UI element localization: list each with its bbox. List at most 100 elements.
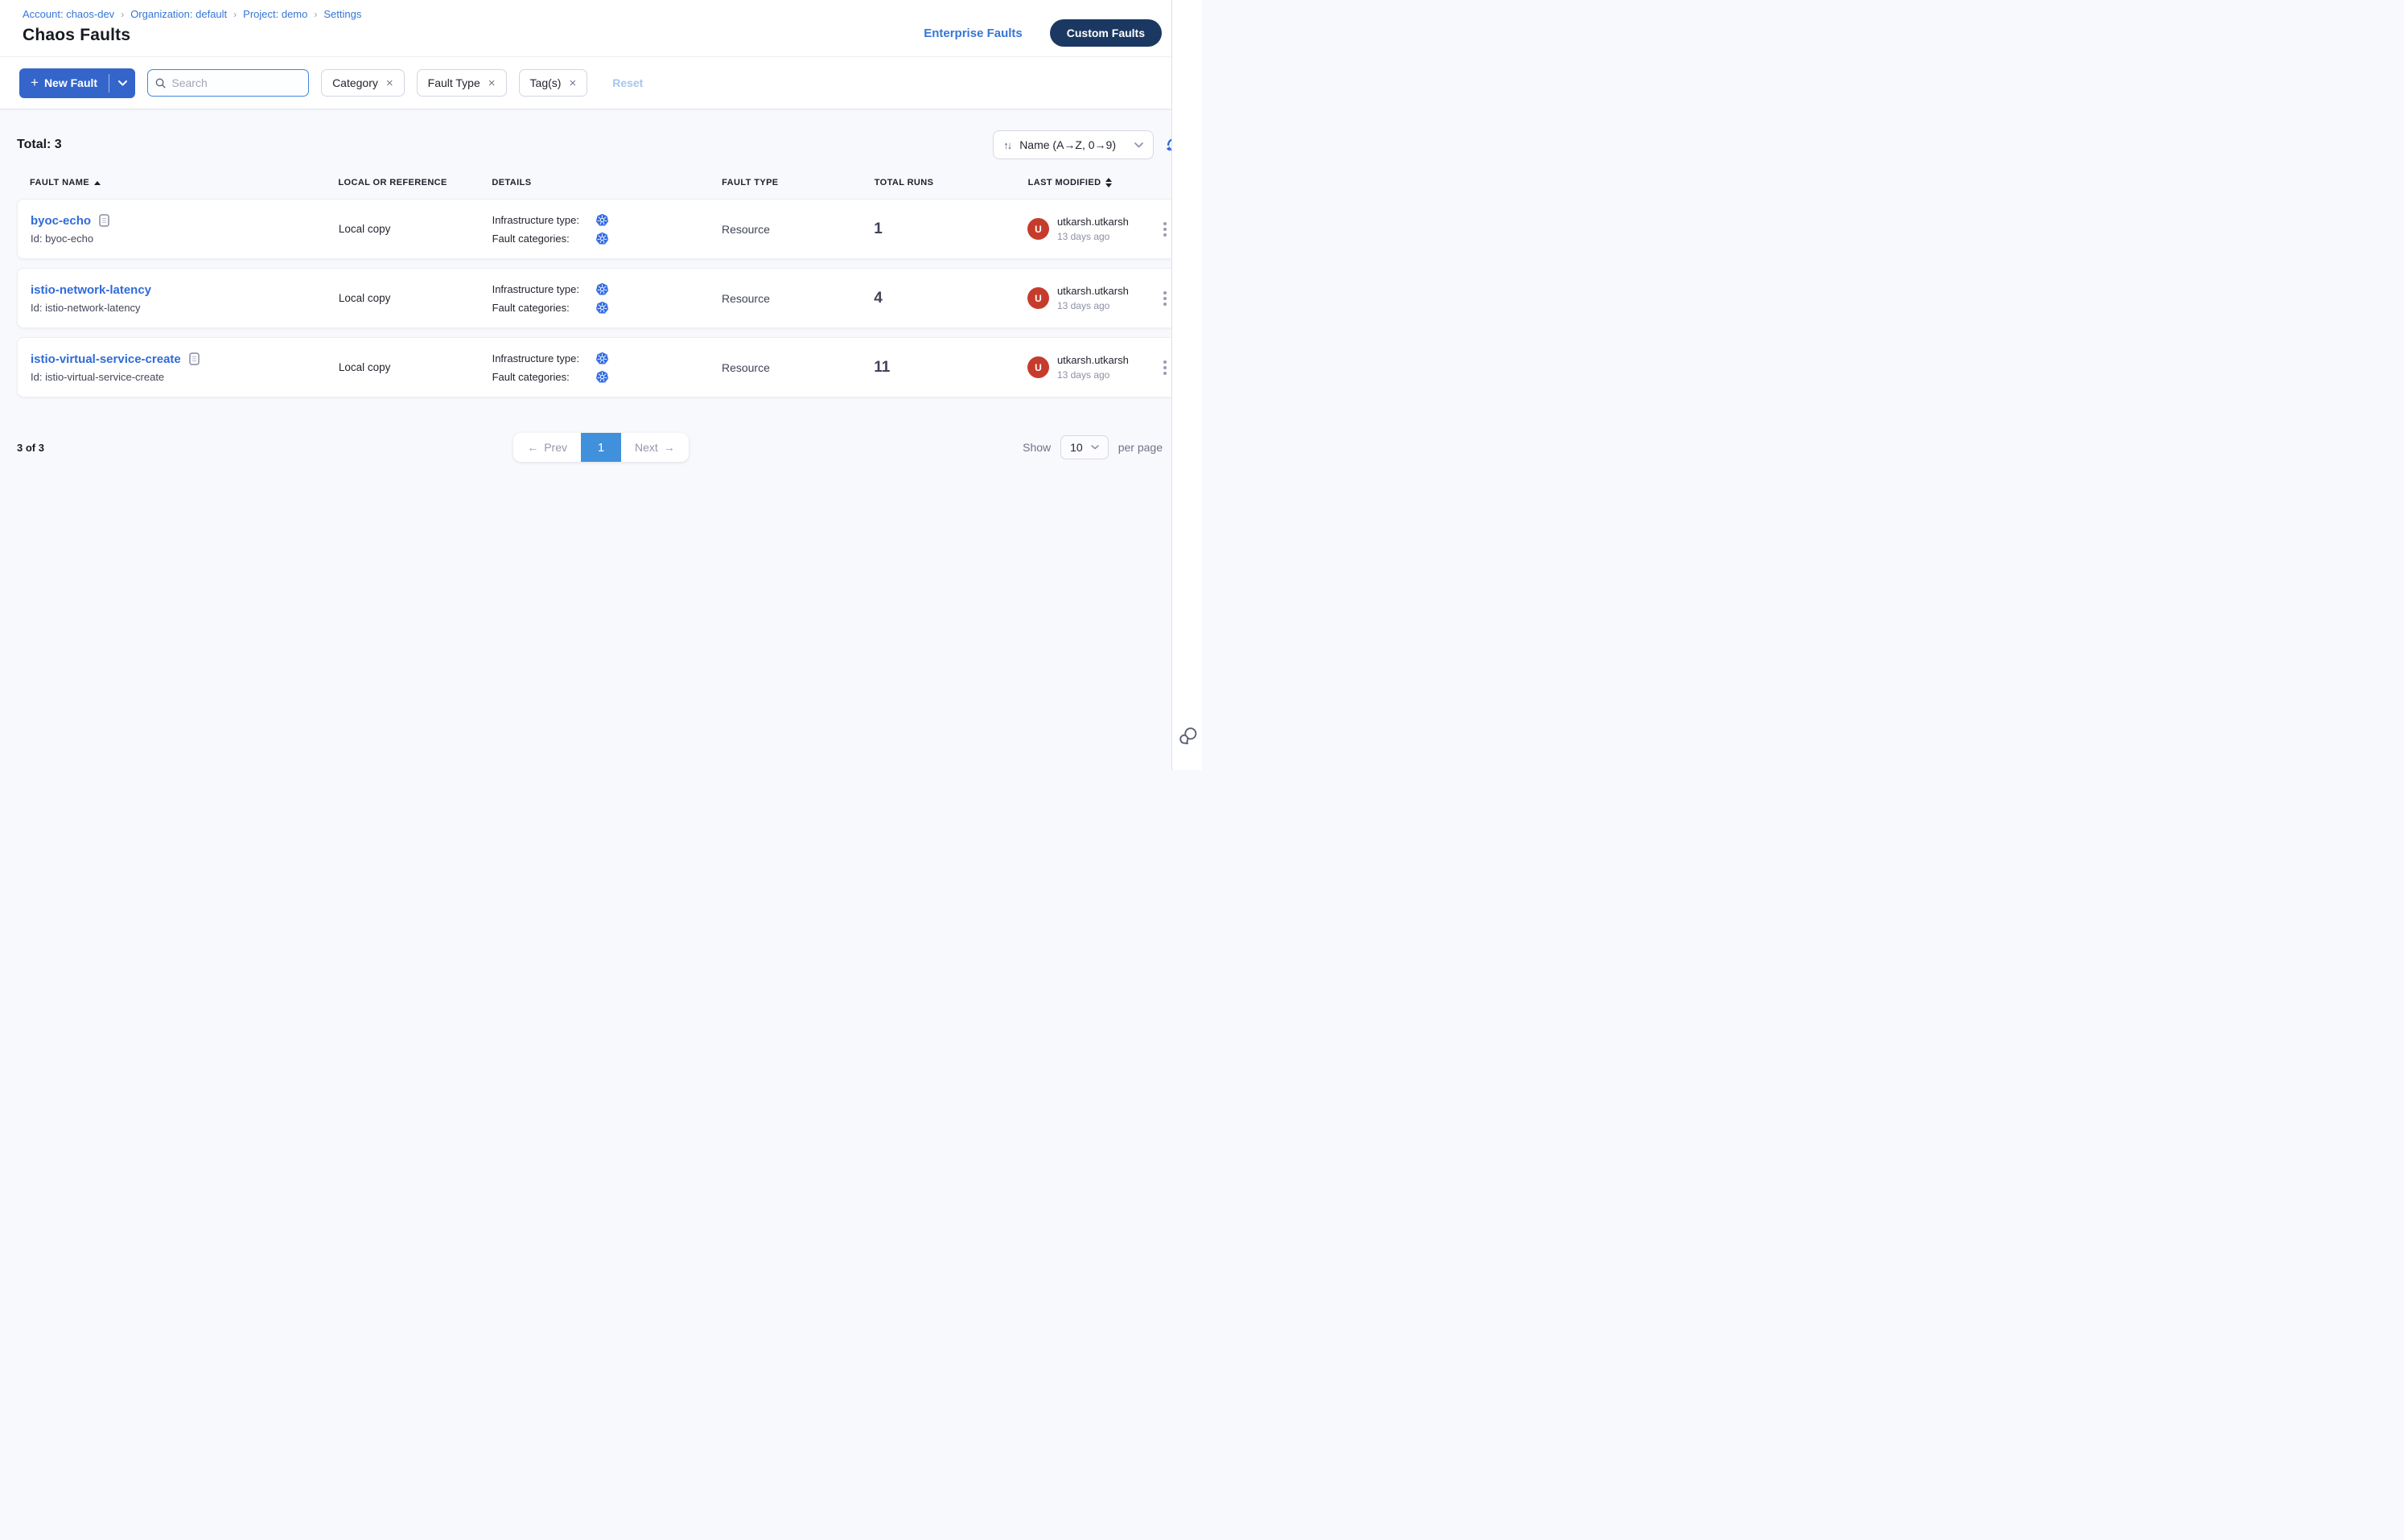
breadcrumb-organization[interactable]: Organization: default [130,8,227,20]
fault-type-cell: Resource [722,361,874,374]
category-filter[interactable]: Category × [321,69,405,97]
chevron-down-icon [1134,142,1143,148]
plus-icon: + [31,75,39,91]
fault-type-cell: Resource [722,292,874,305]
fault-name-link[interactable]: istio-network-latency [31,283,151,297]
page-header: Account: chaos-dev › Organization: defau… [0,0,1202,57]
table-row[interactable]: byoc-echo Id: byoc-echo Local copy Infra… [17,199,1185,259]
local-or-reference-cell: Local copy [339,361,492,373]
arrow-right-icon: → [664,441,675,454]
column-fault-type: Fault Type [722,178,875,187]
column-label: Fault Name [30,178,89,187]
page-size-control: Show 10 per page [1023,435,1163,459]
fault-categories-label: Fault categories: [492,302,587,314]
category-filter-label: Category [332,76,378,89]
new-fault-button[interactable]: + New Fault [19,68,109,98]
list-header-controls: ↑↓ Name (A→Z, 0→9) [993,130,1183,159]
column-total-runs: Total Runs [875,178,1028,187]
column-fault-name[interactable]: Fault Name [30,178,338,187]
kubernetes-icon [595,301,609,315]
kubernetes-icon [595,370,609,384]
header-left: Account: chaos-dev › Organization: defau… [23,8,361,45]
column-label: Last Modified [1028,178,1101,187]
fault-id: Id: istio-network-latency [31,302,339,314]
new-fault-split-button: + New Fault [19,68,135,98]
prev-page-button[interactable]: ← Prev [513,433,581,462]
modified-time: 13 days ago [1057,300,1129,311]
column-last-modified[interactable]: Last Modified [1028,178,1156,187]
pager: ← Prev 1 Next → [513,433,689,462]
faults-list-section: Total: 3 ↑↓ Name (A→Z, 0→9) Fault Name L… [0,130,1202,462]
tags-filter[interactable]: Tag(s) × [519,69,588,97]
copy-icon[interactable] [99,214,109,227]
sort-arrows-icon: ↑↓ [1003,139,1011,151]
modified-by: utkarsh.utkarsh [1057,285,1129,297]
prev-label: Prev [544,441,567,454]
sort-asc-icon [94,181,101,185]
search-input[interactable] [171,76,301,89]
kubernetes-icon [595,232,609,245]
kubernetes-icon [595,352,609,365]
page-number-button[interactable]: 1 [581,433,621,462]
chevron-down-icon [118,80,127,86]
fault-type-filter-label: Fault Type [428,76,480,89]
breadcrumb-settings[interactable]: Settings [323,8,361,20]
page-size-select[interactable]: 10 [1060,435,1109,459]
total-count: Total: 3 [17,138,62,152]
new-fault-label: New Fault [44,76,97,89]
breadcrumb-separator: › [314,9,317,20]
feedback-chat-icon[interactable] [1175,725,1200,749]
table-row[interactable]: istio-virtual-service-create Id: istio-v… [17,337,1185,397]
list-header: Total: 3 ↑↓ Name (A→Z, 0→9) [17,130,1185,160]
column-label: Total Runs [875,178,934,187]
sort-both-icon [1105,178,1112,187]
column-local-or-reference: Local or Reference [338,178,492,187]
avatar: U [1027,218,1049,240]
custom-faults-button[interactable]: Custom Faults [1050,19,1162,47]
close-icon[interactable]: × [386,77,393,89]
fault-type-filter[interactable]: Fault Type × [417,69,507,97]
fault-name-link[interactable]: byoc-echo [31,214,91,228]
sort-value: Name (A→Z, 0→9) [1019,138,1116,151]
new-fault-dropdown-toggle[interactable] [109,68,135,98]
column-label: Fault Type [722,178,778,187]
reset-filters-button[interactable]: Reset [612,76,643,89]
details-cell: Infrastructure type: Fault categories: [492,213,722,245]
infrastructure-type-label: Infrastructure type: [492,214,587,226]
last-modified-cell: U utkarsh.utkarsh 13 days ago [1027,354,1155,381]
fault-categories-label: Fault categories: [492,371,587,383]
search-box [147,69,309,97]
enterprise-faults-link[interactable]: Enterprise Faults [924,27,1023,40]
sort-dropdown[interactable]: ↑↓ Name (A→Z, 0→9) [993,130,1154,159]
total-runs-cell: 1 [874,220,1027,238]
page-summary: 3 of 3 [17,442,513,454]
fault-type-cell: Resource [722,223,874,236]
search-icon [155,77,166,89]
arrow-left-icon: ← [527,441,538,454]
fault-name-link[interactable]: istio-virtual-service-create [31,352,181,366]
next-page-button[interactable]: Next → [621,433,689,462]
modified-by: utkarsh.utkarsh [1057,216,1129,228]
fault-name-cell: istio-network-latency Id: istio-network-… [31,283,339,314]
infrastructure-type-label: Infrastructure type: [492,352,587,364]
close-icon[interactable]: × [569,77,576,89]
column-label: Local or Reference [338,178,447,187]
last-modified-cell: U utkarsh.utkarsh 13 days ago [1027,216,1155,242]
table-row[interactable]: istio-network-latency Id: istio-network-… [17,268,1185,328]
close-icon[interactable]: × [488,77,496,89]
breadcrumb-separator: › [233,9,237,20]
local-or-reference-cell: Local copy [339,292,492,304]
chevron-down-icon [1091,445,1099,450]
breadcrumb-project[interactable]: Project: demo [243,8,307,20]
header-actions: Enterprise Faults Custom Faults [924,19,1162,47]
tags-filter-label: Tag(s) [530,76,562,89]
copy-icon[interactable] [189,352,200,365]
modified-by: utkarsh.utkarsh [1057,354,1129,366]
pagination-bar: 3 of 3 ← Prev 1 Next → Show 10 per page [17,433,1185,462]
page-size-value: 10 [1070,441,1083,454]
modified-time: 13 days ago [1057,231,1129,242]
toolbar: + New Fault Category × Fault Type × Tag(… [0,57,1202,109]
total-runs-cell: 4 [874,290,1027,307]
kubernetes-icon [595,282,609,296]
breadcrumb-account[interactable]: Account: chaos-dev [23,8,114,20]
